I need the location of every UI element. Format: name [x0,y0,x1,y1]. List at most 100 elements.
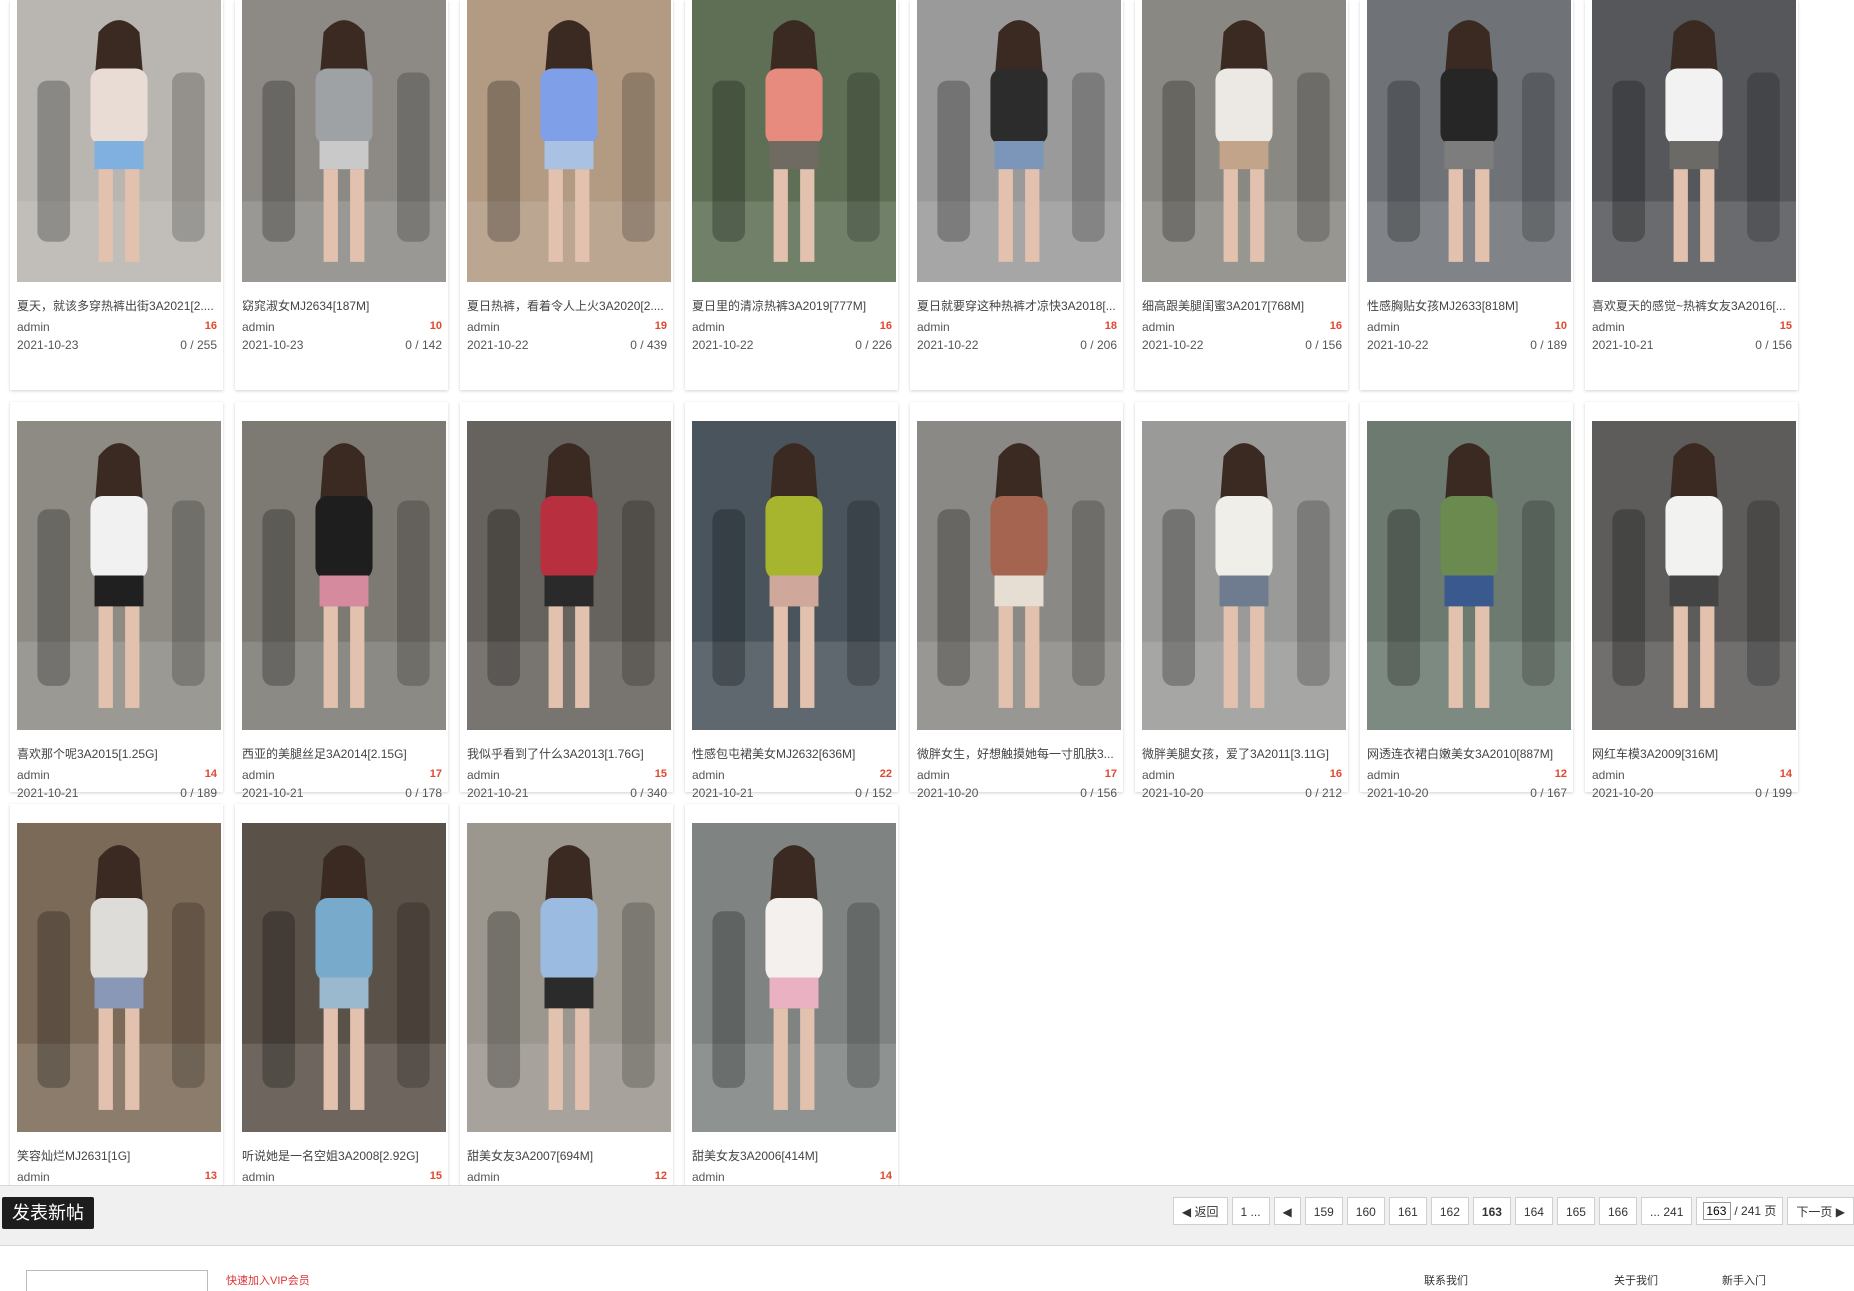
post-author[interactable]: admin [692,320,725,334]
post-thumbnail[interactable] [17,823,221,1132]
post-card[interactable]: 细高跟美腿闺蜜3A2017[768M] admin 16 2021-10-22 0 / … [1135,0,1348,390]
post-thumbnail[interactable] [1142,421,1346,730]
post-thumbnail[interactable] [917,421,1121,730]
image-count-badge: 14 [1779,768,1792,780]
post-author[interactable]: admin [917,320,950,334]
post-title[interactable]: 笑容灿烂MJ2631[1G] [17,1147,217,1164]
post-card[interactable]: 性感胸贴女孩MJ2633[818M] admin 10 2021-10-22 0 / 1… [1360,0,1573,390]
prev-page-button[interactable]: ◀ [1273,1197,1301,1225]
post-title[interactable]: 甜美女友3A2007[694M] [467,1147,667,1164]
post-thumbnail[interactable] [1142,0,1346,282]
post-card[interactable]: 夏日里的清凉热裤3A2019[777M] admin 16 2021-10-22 0 /… [685,0,898,390]
post-author[interactable]: admin [1367,768,1400,782]
post-title[interactable]: 甜美女友3A2006[414M] [692,1147,892,1164]
back-button[interactable]: ◀ 返回 [1172,1197,1228,1225]
post-title[interactable]: 微胖美腿女孩，爱了3A2011[3.11G] [1142,745,1342,762]
post-title[interactable]: 西亚的美腿丝足3A2014[2.15G] [242,745,442,762]
page-link[interactable]: 162 [1430,1197,1469,1225]
post-title[interactable]: 窈窕淑女MJ2634[187M] [242,297,442,314]
post-card[interactable]: 微胖女生，好想触摸她每一寸肌肤3... admin 17 2021-10-20 0 / … [910,402,1123,800]
post-author[interactable]: admin [692,1170,725,1184]
post-title[interactable]: 夏天，就该多穿热裤出街3A2021[2.... [17,297,217,314]
footer-vip-link[interactable]: 快速加入VIP会员 [226,1272,310,1288]
post-meta-date: 2021-10-22 0 / 439 [467,338,667,352]
post-card[interactable]: 甜美女友3A2006[414M]admin142021-10-190 / 219 [685,804,898,1202]
post-author[interactable]: admin [1367,320,1400,334]
footer-link-contact[interactable]: 联系我们 [1424,1272,1468,1288]
post-thumbnail[interactable] [17,0,221,282]
page-link[interactable]: 161 [1388,1197,1427,1225]
post-author[interactable]: admin [242,320,275,334]
post-card[interactable]: 网红车模3A2009[316M] admin 14 2021-10-20 0 / 199 [1585,402,1798,800]
page-link[interactable]: 160 [1346,1197,1385,1225]
post-author[interactable]: admin [1142,768,1175,782]
last-page-link[interactable]: ... 241 [1641,1197,1693,1225]
post-thumbnail[interactable] [467,823,671,1132]
post-author[interactable]: admin [17,1170,50,1184]
post-card[interactable]: 夏日热裤，看着令人上火3A2020[2.... admin 19 2021-10-22… [460,0,673,390]
post-card[interactable]: 西亚的美腿丝足3A2014[2.15G] admin 17 2021-10-21 0 /… [235,402,448,800]
post-thumbnail[interactable] [242,823,446,1132]
post-thumbnail[interactable] [1592,0,1796,282]
post-card[interactable]: 夏天，就该多穿热裤出街3A2021[2.... admin 16 2021-10-23… [10,0,223,390]
next-page-button[interactable]: 下一页 ▶ [1787,1197,1854,1225]
post-author[interactable]: admin [17,768,50,782]
post-card[interactable]: 窈窕淑女MJ2634[187M] admin 10 2021-10-23 0 / 142 [235,0,448,390]
post-thumbnail[interactable] [467,421,671,730]
first-page-link[interactable]: 1 ... [1231,1197,1270,1225]
post-title[interactable]: 听说她是一名空姐3A2008[2.92G] [242,1147,442,1164]
post-card[interactable]: 甜美女友3A2007[694M]admin122021-10-190 / 194 [460,804,673,1202]
post-author[interactable]: admin [242,1170,275,1184]
post-title[interactable]: 夏日热裤，看着令人上火3A2020[2.... [467,297,667,314]
post-thumbnail[interactable] [692,421,896,730]
post-title[interactable]: 喜欢那个呢3A2015[1.25G] [17,745,217,762]
post-card[interactable]: 网透连衣裙白嫩美女3A2010[887M] admin 12 2021-10-20 0 … [1360,402,1573,800]
footer-link-about[interactable]: 关于我们 [1614,1272,1658,1288]
post-title[interactable]: 网透连衣裙白嫩美女3A2010[887M] [1367,745,1567,762]
page-link[interactable]: 166 [1598,1197,1638,1225]
post-author[interactable]: admin [467,1170,500,1184]
post-thumbnail[interactable] [242,0,446,282]
new-post-button[interactable]: 发表新帖 [2,1197,94,1229]
post-title[interactable]: 性感胸贴女孩MJ2633[818M] [1367,297,1567,314]
post-title[interactable]: 细高跟美腿闺蜜3A2017[768M] [1142,297,1342,314]
page-link[interactable]: 159 [1304,1197,1343,1225]
post-thumbnail[interactable] [917,0,1121,282]
post-card[interactable]: 我似乎看到了什么3A2013[1.76G] admin 15 2021-10-21 0 … [460,402,673,800]
post-author[interactable]: admin [17,320,50,334]
post-card[interactable]: 喜欢夏天的感觉~热裤女友3A2016[... admin 15 2021-10-21 0… [1585,0,1798,390]
post-card[interactable]: 微胖美腿女孩，爱了3A2011[3.11G] admin 16 2021-10-20 0… [1135,402,1348,800]
page-link[interactable]: 164 [1514,1197,1553,1225]
post-title[interactable]: 网红车模3A2009[316M] [1592,745,1792,762]
post-thumbnail[interactable] [17,421,221,730]
post-title[interactable]: 喜欢夏天的感觉~热裤女友3A2016[... [1592,297,1792,314]
page-jump-input[interactable] [1703,1202,1732,1220]
post-author[interactable]: admin [242,768,275,782]
post-card[interactable]: 笑容灿烂MJ2631[1G]admin132021-10-200 / 193 [10,804,223,1202]
post-title[interactable]: 我似乎看到了什么3A2013[1.76G] [467,745,667,762]
post-card[interactable]: 喜欢那个呢3A2015[1.25G] admin 14 2021-10-21 0 / 1… [10,402,223,800]
post-card[interactable]: 听说她是一名空姐3A2008[2.92G]admin152021-10-190 … [235,804,448,1202]
post-card[interactable]: 性感包屯裙美女MJ2632[636M] admin 22 2021-10-21 0 / … [685,402,898,800]
post-author[interactable]: admin [467,768,500,782]
page-link[interactable]: 165 [1556,1197,1595,1225]
post-author[interactable]: admin [1592,768,1625,782]
post-thumbnail[interactable] [1592,421,1796,730]
post-thumbnail[interactable] [1367,0,1571,282]
post-thumbnail[interactable] [692,823,896,1132]
post-author[interactable]: admin [1592,320,1625,334]
post-thumbnail[interactable] [692,0,896,282]
post-card[interactable]: 夏日就要穿这种热裤才凉快3A2018[... admin 18 2021-10-22 0… [910,0,1123,390]
post-author[interactable]: admin [692,768,725,782]
post-title[interactable]: 微胖女生，好想触摸她每一寸肌肤3... [917,745,1117,762]
post-thumbnail[interactable] [242,421,446,730]
post-title[interactable]: 夏日就要穿这种热裤才凉快3A2018[... [917,297,1117,314]
post-author[interactable]: admin [467,320,500,334]
footer-link-newbie[interactable]: 新手入门 [1722,1272,1766,1288]
post-title[interactable]: 性感包屯裙美女MJ2632[636M] [692,745,892,762]
post-thumbnail[interactable] [467,0,671,282]
post-title[interactable]: 夏日里的清凉热裤3A2019[777M] [692,297,892,314]
post-author[interactable]: admin [1142,320,1175,334]
post-thumbnail[interactable] [1367,421,1571,730]
post-author[interactable]: admin [917,768,950,782]
